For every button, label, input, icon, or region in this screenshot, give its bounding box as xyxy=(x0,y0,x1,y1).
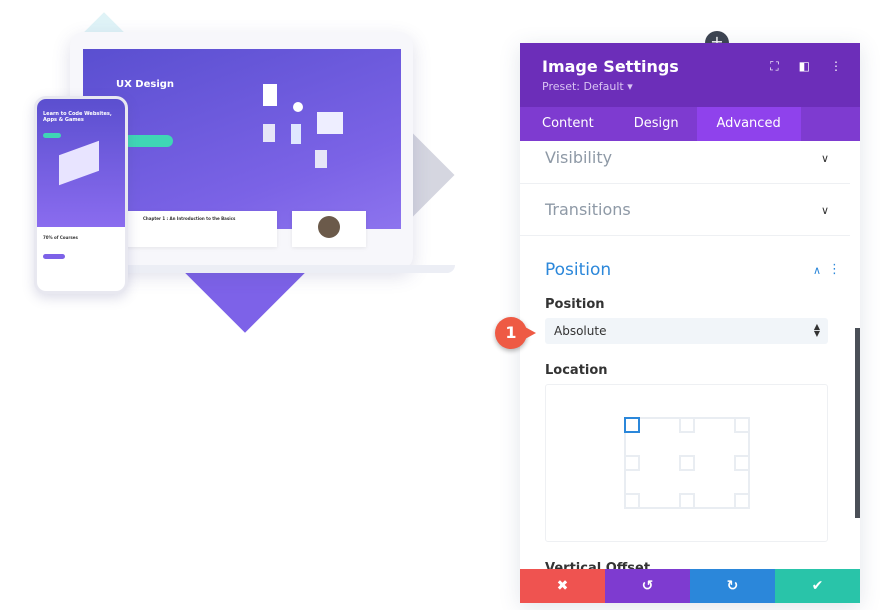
location-top-center[interactable] xyxy=(679,417,695,433)
chapter-title: Chapter 1 : An Introduction to the Basic… xyxy=(143,216,236,221)
tab-bar: Content Design Advanced xyxy=(520,107,860,141)
laptop-title: UX Design xyxy=(116,79,175,90)
check-icon: ✔ xyxy=(811,578,824,594)
location-center[interactable] xyxy=(679,455,695,471)
location-bottom-center[interactable] xyxy=(679,493,695,509)
section-visibility[interactable]: Visibility ∨ xyxy=(545,148,835,167)
image-settings-panel: Image Settings Preset: Default ▾ ⛶ ◧ ⋮ C… xyxy=(520,43,860,603)
panel-footer: ✖ ↺ ↻ ✔ xyxy=(520,569,860,603)
isometric-graphic xyxy=(263,84,353,184)
location-bottom-right[interactable] xyxy=(734,493,750,509)
section-transitions[interactable]: Transitions ∨ xyxy=(545,200,835,219)
phone-courses: 70% of Courses xyxy=(43,235,78,240)
tab-advanced[interactable]: Advanced xyxy=(696,107,801,141)
location-top-right[interactable] xyxy=(734,417,750,433)
location-top-left[interactable] xyxy=(624,417,640,433)
redo-icon: ↻ xyxy=(726,578,739,594)
undo-button[interactable]: ↺ xyxy=(605,569,690,603)
chevron-up-icon: ∧ xyxy=(812,264,821,277)
chevron-down-icon: ∨ xyxy=(820,152,829,165)
phone-button xyxy=(43,254,65,259)
phone-mockup: Learn to Code Websites, Apps & Games 70%… xyxy=(34,96,128,294)
focus-icon[interactable]: ⛶ xyxy=(770,59,778,74)
chevron-down-icon: ∨ xyxy=(820,204,829,217)
position-label: Position xyxy=(545,297,605,312)
step-badge: 1 xyxy=(495,317,536,349)
location-center-left[interactable] xyxy=(624,455,640,471)
section-position[interactable]: Position ∧ ⋮ xyxy=(545,260,841,280)
save-button[interactable]: ✔ xyxy=(775,569,860,603)
cta-button xyxy=(123,135,173,147)
divider xyxy=(520,235,850,236)
phone-title: Learn to Code Websites, Apps & Games xyxy=(43,111,112,123)
divider xyxy=(520,183,850,184)
laptop-base xyxy=(95,265,455,273)
section-title: Transitions xyxy=(545,200,631,219)
position-select[interactable]: Absolute ▲ ▼ xyxy=(545,318,828,344)
tab-content[interactable]: Content xyxy=(520,107,616,141)
avatar-card xyxy=(292,211,366,247)
select-arrows-icon: ▲ ▼ xyxy=(813,322,820,338)
avatar xyxy=(318,216,340,238)
more-vertical-icon[interactable]: ⋮ xyxy=(828,262,841,277)
scrollbar[interactable] xyxy=(855,328,860,518)
more-vertical-icon[interactable]: ⋮ xyxy=(830,59,842,74)
location-picker xyxy=(545,384,828,542)
section-title: Visibility xyxy=(545,148,613,167)
redo-button[interactable]: ↻ xyxy=(690,569,775,603)
tab-design[interactable]: Design xyxy=(616,107,697,141)
laptop-screen: UX Design Chapter 1 : An Introduction to… xyxy=(83,49,401,247)
cancel-button[interactable]: ✖ xyxy=(520,569,605,603)
panel-body: Visibility ∨ Transitions ∨ Position ∧ ⋮ Posi… xyxy=(520,141,860,569)
phone-laptop-icon xyxy=(59,140,99,186)
position-value: Absolute xyxy=(554,324,607,338)
close-icon: ✖ xyxy=(556,578,569,594)
location-label: Location xyxy=(545,363,608,378)
sidebar-layout-icon[interactable]: ◧ xyxy=(799,59,810,74)
phone-button xyxy=(43,133,61,138)
location-center-right[interactable] xyxy=(734,455,750,471)
preset-dropdown[interactable]: Preset: Default ▾ xyxy=(542,80,838,93)
undo-icon: ↺ xyxy=(641,578,654,594)
section-title: Position xyxy=(545,260,612,280)
location-bottom-left[interactable] xyxy=(624,493,640,509)
vertical-offset-label: Vertical Offset xyxy=(545,561,651,569)
chapter-card: Chapter 1 : An Introduction to the Basic… xyxy=(125,211,277,247)
panel-header: Image Settings Preset: Default ▾ ⛶ ◧ ⋮ xyxy=(520,43,860,107)
